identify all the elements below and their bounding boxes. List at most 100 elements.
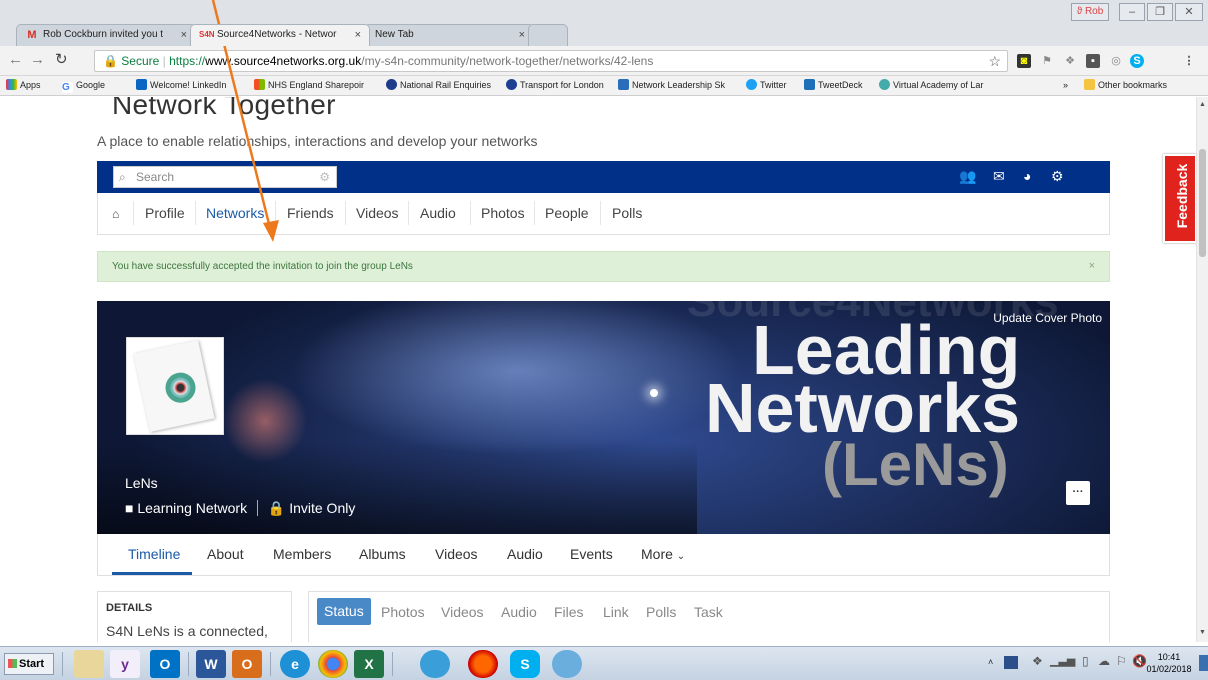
tab-events[interactable]: Events	[570, 546, 613, 562]
tab-more[interactable]: More ⌄	[641, 546, 685, 562]
group-options-button[interactable]: ···	[1066, 481, 1090, 505]
network-app-icon[interactable]	[420, 650, 450, 678]
nav-photos[interactable]: Photos	[481, 205, 525, 221]
extension-icon[interactable]: ◙	[1017, 54, 1031, 68]
composer-tab-task[interactable]: Task	[694, 604, 723, 620]
tab-close-icon[interactable]: ×	[519, 25, 525, 45]
bookmarks-overflow-icon[interactable]: »	[1063, 76, 1068, 95]
bookmark-google[interactable]: G Google	[62, 76, 105, 95]
group-avatar[interactable]	[126, 337, 224, 435]
composer-tab-audio[interactable]: Audio	[501, 604, 537, 620]
profile-button[interactable]: ϑ Rob	[1071, 3, 1109, 21]
settings-gear-icon[interactable]: ⚙	[1051, 168, 1064, 184]
firefox-icon[interactable]	[468, 650, 498, 678]
search-settings-gear-icon[interactable]: ⚙	[319, 167, 330, 187]
page-scrollbar[interactable]: ▲ ▼	[1196, 97, 1208, 642]
skype-extension-icon[interactable]: S	[1130, 54, 1144, 68]
group-type[interactable]: Learning Network	[137, 500, 247, 516]
tab-close-icon[interactable]: ×	[355, 25, 361, 45]
tab-source4networks[interactable]: S4N Source4Networks - Networ ×	[190, 24, 370, 46]
tab-albums[interactable]: Albums	[359, 546, 406, 562]
home-icon[interactable]: ⌂	[112, 207, 119, 221]
bookmark-network-leadership[interactable]: Network Leadership Sk	[618, 76, 725, 95]
outlook-calendar-icon[interactable]: O	[232, 650, 262, 678]
minimize-button[interactable]: –	[1119, 3, 1145, 21]
folder-icon	[1084, 79, 1095, 90]
bookmark-tfl[interactable]: Transport for London	[506, 76, 604, 95]
back-arrow-icon[interactable]: ←	[8, 52, 23, 68]
notifications-globe-icon[interactable]: ◕	[1023, 168, 1031, 184]
bookmark-twitter[interactable]: Twitter	[746, 76, 787, 95]
feedback-tab[interactable]: Feedback	[1163, 154, 1197, 243]
nav-polls[interactable]: Polls	[612, 205, 642, 221]
scrollbar-thumb[interactable]	[1199, 149, 1206, 257]
tray-app-icon[interactable]	[1004, 656, 1018, 669]
bookmark-national-rail[interactable]: National Rail Enquiries	[386, 76, 491, 95]
tab-timeline[interactable]: Timeline	[128, 546, 180, 562]
close-window-button[interactable]: ✕	[1175, 3, 1203, 21]
reload-icon[interactable]: ↻	[55, 52, 68, 68]
other-bookmarks[interactable]: Other bookmarks	[1084, 76, 1167, 95]
address-bar[interactable]: 🔒 Secure | https://www.source4networks.o…	[94, 50, 1008, 72]
new-tab-button[interactable]	[528, 24, 568, 46]
skype-icon[interactable]: S	[510, 650, 540, 678]
internet-explorer-icon[interactable]: e	[280, 650, 310, 678]
nav-audio[interactable]: Audio	[420, 205, 456, 221]
nav-profile[interactable]: Profile	[145, 205, 185, 221]
composer-tab-link[interactable]: Link	[603, 604, 629, 620]
bookmark-star-icon[interactable]: ☆	[988, 51, 1001, 71]
battery-icon[interactable]: ▯	[1082, 654, 1089, 668]
scroll-up-arrow-icon[interactable]: ▲	[1199, 101, 1206, 108]
action-center-flag-icon[interactable]: ⚐	[1116, 654, 1127, 668]
tab-gmail[interactable]: M Rob Cockburn invited you t ×	[16, 24, 196, 46]
bookmark-apps[interactable]: Apps	[6, 76, 41, 95]
extension-square-icon[interactable]: ▪	[1086, 54, 1100, 68]
bookmark-virtual-academy[interactable]: Virtual Academy of Lar	[879, 76, 983, 95]
bookmark-linkedin[interactable]: Welcome! LinkedIn	[136, 76, 226, 95]
scroll-down-arrow-icon[interactable]: ▼	[1199, 629, 1206, 636]
alert-close-icon[interactable]: ×	[1089, 252, 1095, 281]
start-button[interactable]: Start	[4, 653, 54, 675]
search-input[interactable]: ⌕ Search ⚙	[113, 166, 337, 188]
tab-close-icon[interactable]: ×	[181, 25, 187, 45]
composer-tab-files[interactable]: Files	[554, 604, 584, 620]
chrome-icon[interactable]	[318, 650, 348, 678]
word-icon[interactable]: W	[196, 650, 226, 678]
excel-icon[interactable]: X	[354, 650, 384, 678]
bookmark-tweetdeck[interactable]: TweetDeck	[804, 76, 863, 95]
tab-members[interactable]: Members	[273, 546, 331, 562]
show-hidden-icons-icon[interactable]: ˄	[988, 657, 993, 667]
signal-strength-icon[interactable]: ▁▃▅	[1050, 654, 1075, 667]
group-name[interactable]: LeNs	[125, 475, 158, 491]
bookmark-nhs-sharepoint[interactable]: NHS England Sharepoir	[254, 76, 364, 95]
nav-friends[interactable]: Friends	[287, 205, 334, 221]
composer-tab-polls[interactable]: Polls	[646, 604, 676, 620]
outlook-icon[interactable]: O	[150, 650, 180, 678]
chrome-menu-icon[interactable]: ⋮	[1182, 54, 1196, 68]
dropbox-tray-icon[interactable]: ❖	[1032, 654, 1043, 668]
friends-icon[interactable]: 👥	[959, 168, 976, 184]
show-desktop-button[interactable]	[1199, 655, 1208, 671]
restore-button[interactable]: ❐	[1147, 3, 1173, 21]
tab-audio[interactable]: Audio	[507, 546, 543, 562]
onedrive-icon[interactable]: ☁	[1098, 654, 1110, 668]
remote-desktop-icon[interactable]	[552, 650, 582, 678]
update-cover-photo-link[interactable]: Update Cover Photo	[993, 311, 1102, 325]
forward-arrow-icon[interactable]: →	[30, 52, 45, 68]
composer-tab-status[interactable]: Status	[317, 598, 371, 625]
tab-new-tab[interactable]: New Tab ×	[364, 24, 534, 46]
tab-about[interactable]: About	[207, 546, 244, 562]
composer-tab-videos[interactable]: Videos	[441, 604, 484, 620]
file-explorer-icon[interactable]	[74, 650, 104, 678]
nav-videos[interactable]: Videos	[356, 205, 399, 221]
nav-networks[interactable]: Networks	[206, 205, 264, 221]
circle-extension-icon[interactable]: ◎	[1109, 54, 1123, 68]
composer-tab-photos[interactable]: Photos	[381, 604, 425, 620]
messages-envelope-icon[interactable]: ✉	[993, 168, 1005, 184]
dropbox-icon[interactable]: ❖	[1063, 54, 1077, 68]
yammer-icon[interactable]: y	[110, 650, 140, 678]
tab-videos[interactable]: Videos	[435, 546, 478, 562]
nav-people[interactable]: People	[545, 205, 589, 221]
flag-extension-icon[interactable]: ⚑	[1040, 54, 1054, 68]
system-clock[interactable]: 10:41 01/02/2018	[1140, 651, 1198, 675]
